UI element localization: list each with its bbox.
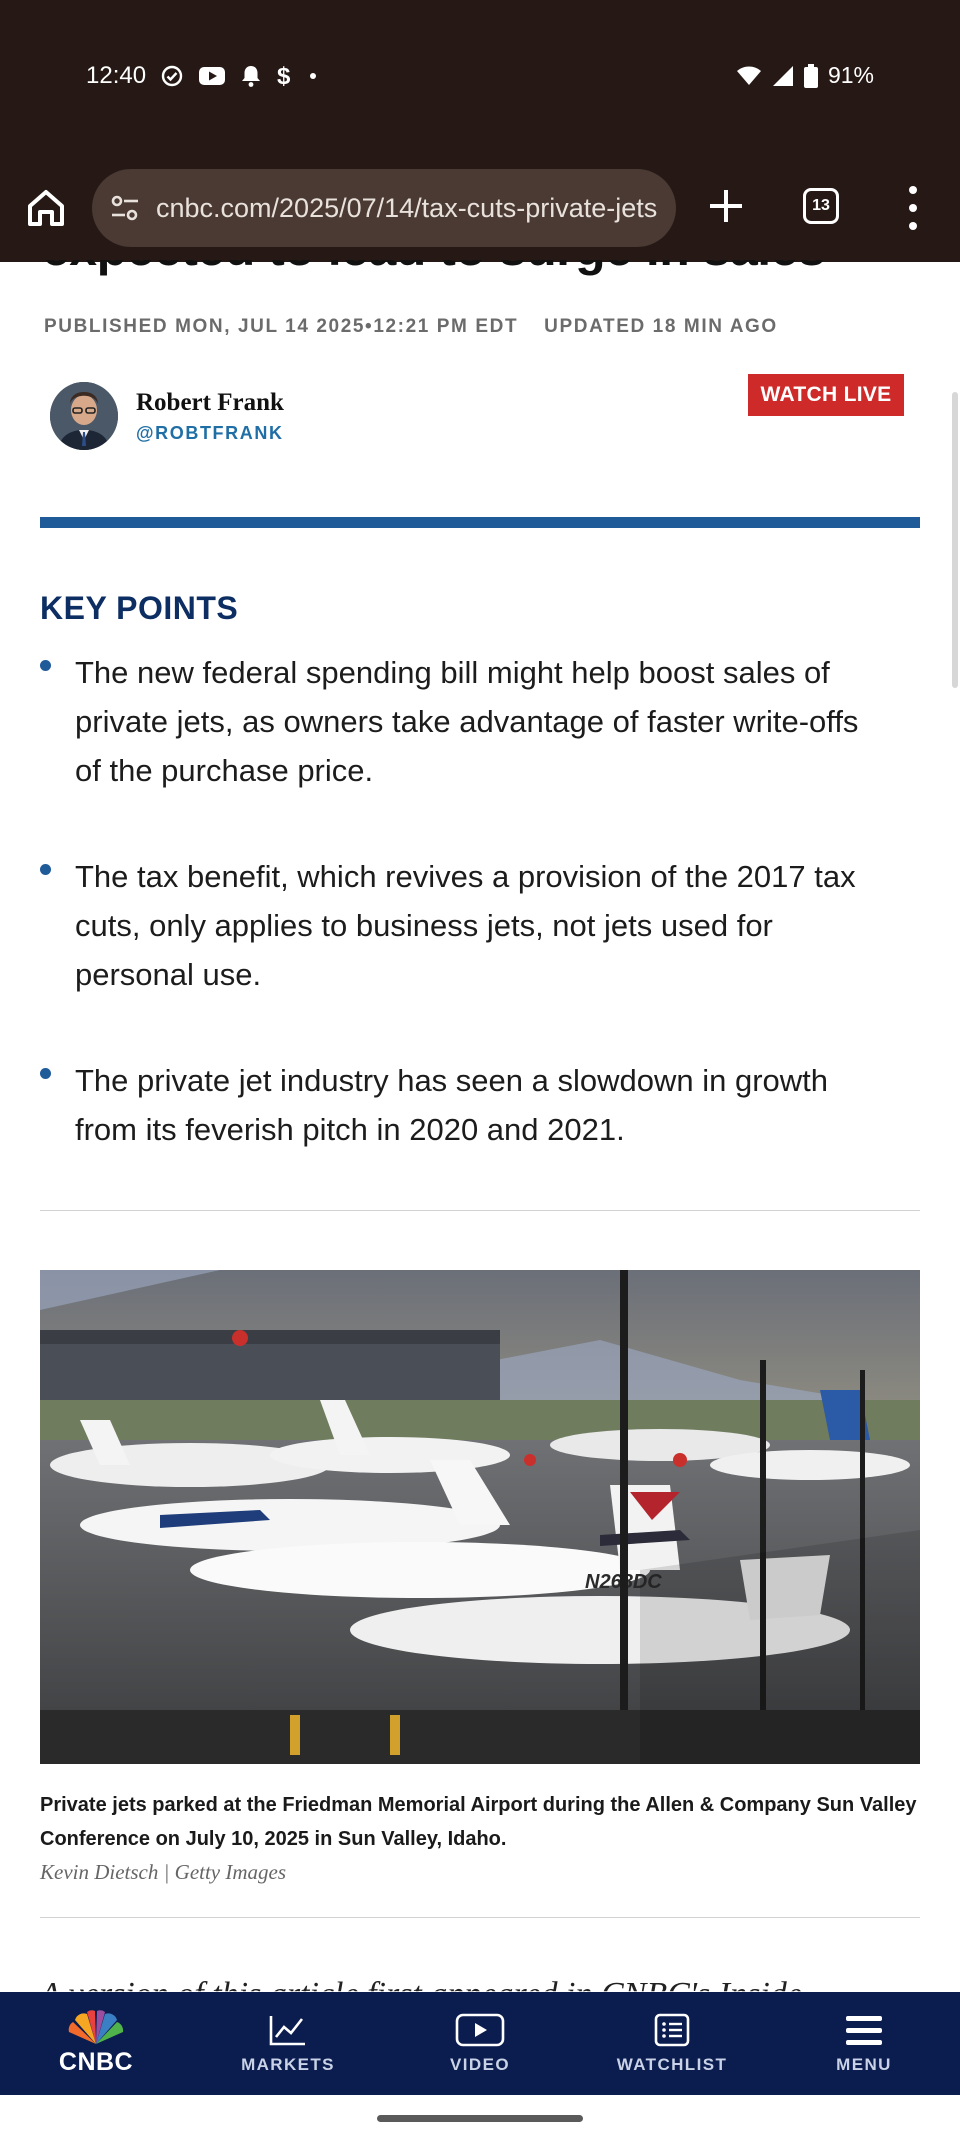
list-icon xyxy=(654,2013,690,2046)
nav-label[interactable]: MENU xyxy=(836,2055,892,2075)
address-bar[interactable]: cnbc.com/2025/07/14/tax-cuts-private-jet… xyxy=(92,169,676,247)
status-left: 12:40 $ xyxy=(86,62,318,90)
youtube-icon xyxy=(198,65,226,87)
battery-percent: 91% xyxy=(827,62,874,88)
author-handle[interactable]: @ROBTFRANK xyxy=(136,423,284,444)
nav-label[interactable]: MARKETS xyxy=(241,2055,335,2075)
article-photo[interactable]: N268DC xyxy=(40,1270,920,1764)
nav-label[interactable]: VIDEO xyxy=(450,2055,510,2075)
key-points-list: The new federal spending bill might help… xyxy=(40,648,870,1211)
section-divider xyxy=(40,517,920,528)
key-point-item: The new federal spending bill might help… xyxy=(40,648,870,795)
tab-switcher-button[interactable]: 13 xyxy=(803,188,839,224)
hamburger-menu-icon xyxy=(846,2015,882,2045)
status-right: 91% xyxy=(736,62,874,89)
nav-home-logo[interactable]: CNBC xyxy=(0,1992,192,2095)
gesture-handle[interactable] xyxy=(377,2115,583,2122)
author-byline: Robert Frank @ROBTFRANK xyxy=(50,382,284,450)
nav-video[interactable]: VIDEO xyxy=(384,1992,576,2095)
divider xyxy=(40,1210,920,1211)
author-name[interactable]: Robert Frank xyxy=(136,389,284,417)
scrollbar-thumb[interactable] xyxy=(952,392,958,688)
new-tab-button[interactable] xyxy=(706,186,746,226)
wifi-icon xyxy=(736,65,762,87)
updated-time: UPDATED 18 MIN AGO xyxy=(544,316,778,337)
svg-text:$: $ xyxy=(277,63,291,89)
photo-credit: Kevin Dietsch | Getty Images xyxy=(40,1860,287,1884)
nav-markets[interactable]: MARKETS xyxy=(192,1992,384,2095)
key-point-item: The tax benefit, which revives a provisi… xyxy=(40,852,870,999)
key-point-item: The private jet industry has seen a slow… xyxy=(40,1056,870,1154)
home-button[interactable] xyxy=(22,184,70,232)
video-play-icon xyxy=(455,2013,505,2046)
bottom-navigation: CNBC MARKETS VIDEO WATCHLIST MENU xyxy=(0,1992,960,2095)
chart-line-icon xyxy=(269,2015,305,2045)
battery-icon xyxy=(803,63,818,88)
bell-icon xyxy=(240,64,262,88)
status-bar: 12:40 $ 91% xyxy=(0,0,960,160)
status-time: 12:40 xyxy=(86,62,147,89)
nav-label[interactable]: WATCHLIST xyxy=(617,2055,728,2075)
published-date: PUBLISHED MON, JUL 14 2025•12:21 PM EDT xyxy=(44,316,519,337)
home-icon xyxy=(28,190,64,226)
publish-info: PUBLISHED MON, JUL 14 2025•12:21 PM EDT U… xyxy=(44,316,778,338)
check-circle-icon xyxy=(160,64,184,88)
dot-icon xyxy=(308,71,318,81)
divider xyxy=(40,1917,920,1918)
key-points-title: KEY POINTS xyxy=(40,590,239,626)
nav-menu[interactable]: MENU xyxy=(768,1992,960,2095)
dollar-icon: $ xyxy=(276,63,294,89)
url-text[interactable]: cnbc.com/2025/07/14/tax-cuts-private-jet… xyxy=(156,193,657,224)
more-options-icon[interactable] xyxy=(902,186,924,230)
nav-watchlist[interactable]: WATCHLIST xyxy=(576,1992,768,2095)
watch-live-button[interactable]: WATCH LIVE xyxy=(748,374,904,416)
peacock-logo-icon xyxy=(68,2010,124,2044)
browser-toolbar: cnbc.com/2025/07/14/tax-cuts-private-jet… xyxy=(0,160,960,262)
author-avatar[interactable] xyxy=(50,382,118,450)
photo-caption: Private jets parked at the Friedman Memo… xyxy=(40,1794,917,1850)
plus-icon xyxy=(710,190,742,222)
cnbc-logo-text[interactable]: CNBC xyxy=(59,2048,133,2077)
site-settings-icon[interactable] xyxy=(108,191,142,225)
signal-icon xyxy=(772,65,794,87)
